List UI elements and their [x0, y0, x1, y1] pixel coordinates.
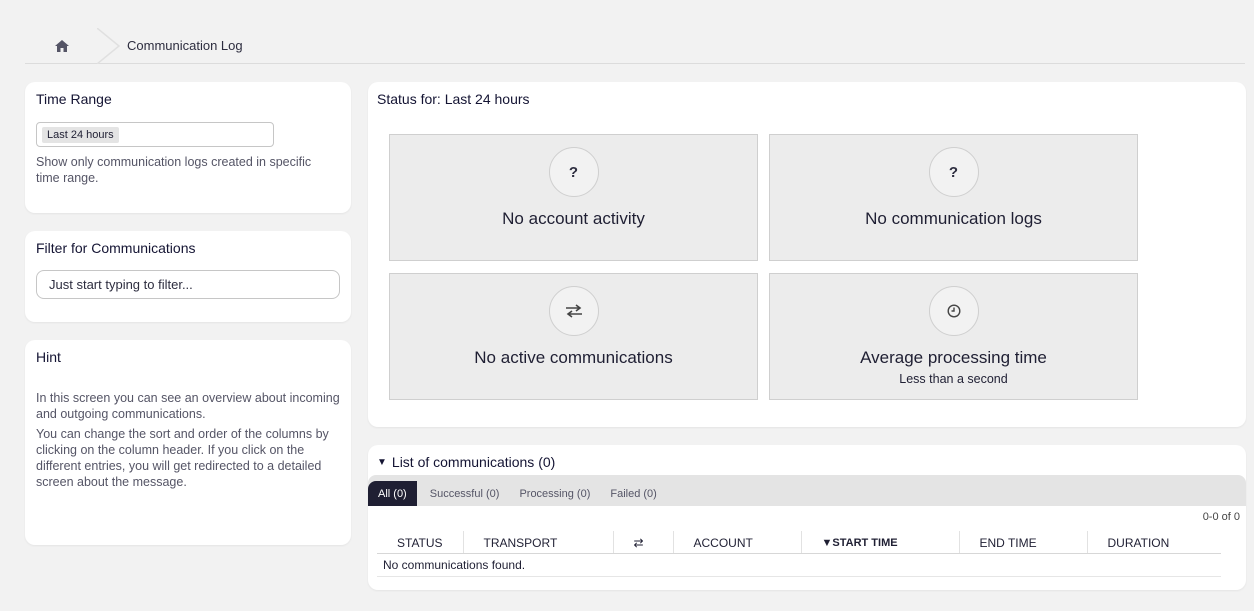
hint-text: In this screen you can see an overview a…: [36, 390, 346, 494]
tile-label: No active communications: [474, 348, 673, 367]
breadcrumb: Communication Log: [25, 28, 1245, 64]
clock-icon: [928, 286, 979, 336]
processing-time-tile[interactable]: Average processing time Less than a seco…: [769, 273, 1138, 400]
column-direction[interactable]: ⇄: [612, 531, 673, 554]
question-icon: ?: [928, 147, 979, 197]
tile-label: Average processing time: [860, 348, 1047, 367]
list-toggle[interactable]: ▼ List of communications (0): [377, 454, 555, 470]
breadcrumb-separator: [97, 28, 121, 64]
table-row: No communications found.: [377, 553, 1221, 577]
tile-label: No account activity: [502, 209, 645, 228]
breadcrumb-current[interactable]: Communication Log: [127, 38, 243, 53]
tab-all[interactable]: All (0): [368, 481, 417, 506]
hint-paragraph-1: In this screen you can see an overview a…: [36, 391, 340, 421]
column-transport[interactable]: TRANSPORT: [462, 531, 613, 554]
time-range-panel: Time Range Last 24 hours Show only commu…: [25, 82, 351, 213]
time-range-selected[interactable]: Last 24 hours: [42, 126, 119, 143]
hint-title: Hint: [36, 349, 61, 365]
column-status[interactable]: STATUS: [377, 531, 463, 554]
caret-down-icon: ▼: [377, 456, 387, 468]
tab-processing[interactable]: Processing (0): [509, 481, 600, 506]
list-title: List of communications (0): [391, 454, 556, 470]
tile-sublabel: Less than a second: [899, 372, 1008, 386]
hint-paragraph-2: You can change the sort and order of the…: [36, 427, 329, 489]
question-icon: ?: [548, 147, 599, 197]
column-end-time[interactable]: END TIME: [958, 531, 1087, 554]
communications-table: STATUS TRANSPORT ⇄ ACCOUNT ▼START TIME E…: [377, 531, 1221, 577]
breadcrumb-home[interactable]: [25, 28, 97, 64]
filter-panel: Filter for Communications: [25, 231, 351, 322]
home-icon: [55, 39, 69, 52]
communication-logs-tile[interactable]: ? No communication logs: [769, 134, 1138, 261]
column-duration[interactable]: DURATION: [1086, 531, 1221, 554]
status-title: Status for: Last 24 hours: [377, 91, 530, 107]
filter-title: Filter for Communications: [36, 240, 196, 256]
tab-failed[interactable]: Failed (0): [600, 481, 666, 506]
hint-panel: Hint In this screen you can see an overv…: [25, 340, 351, 545]
pagination-info: 0-0 of 0: [1202, 511, 1240, 523]
time-range-title: Time Range: [36, 91, 112, 107]
empty-message: No communications found.: [377, 553, 1221, 577]
account-activity-tile[interactable]: ? No account activity: [389, 134, 758, 261]
time-range-select[interactable]: Last 24 hours: [36, 122, 274, 147]
tile-label: No communication logs: [865, 209, 1042, 228]
filter-tabs: All (0) Successful (0) Processing (0) Fa…: [368, 475, 1246, 506]
tab-successful[interactable]: Successful (0): [420, 481, 510, 506]
status-panel: Status for: Last 24 hours ? No account a…: [368, 82, 1246, 427]
active-communications-tile[interactable]: No active communications: [389, 273, 758, 400]
column-account[interactable]: ACCOUNT: [672, 531, 801, 554]
filter-input[interactable]: [36, 270, 340, 299]
time-range-description: Show only communication logs created in …: [36, 155, 312, 185]
column-start-time[interactable]: ▼START TIME: [800, 531, 959, 554]
communications-list-panel: ▼ List of communications (0) All (0) Suc…: [368, 445, 1246, 590]
table-header-row: STATUS TRANSPORT ⇄ ACCOUNT ▼START TIME E…: [377, 531, 1221, 554]
exchange-icon: [548, 286, 599, 336]
